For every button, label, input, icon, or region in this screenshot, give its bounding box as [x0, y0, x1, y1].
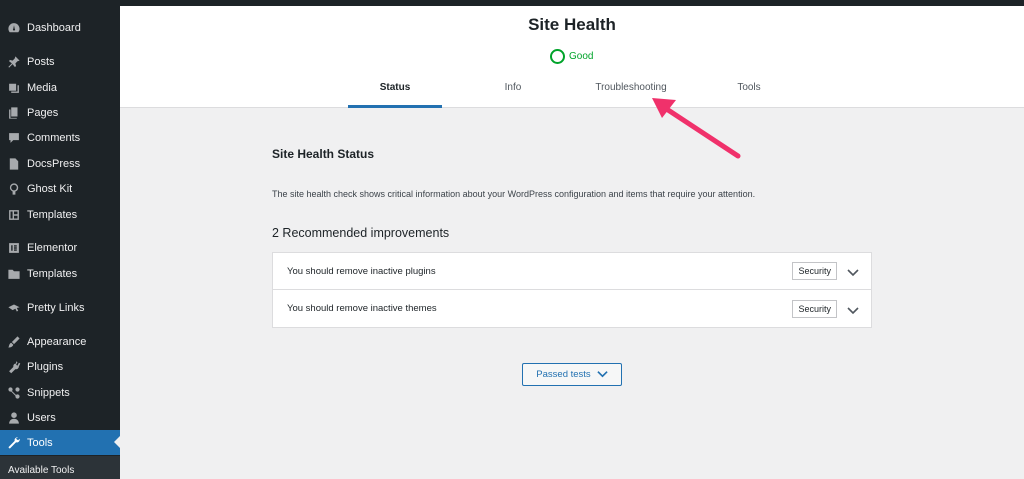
tab-status[interactable]: Status — [348, 82, 442, 108]
security-badge: Security — [792, 299, 837, 318]
plugin-icon — [7, 360, 21, 374]
sidebar-item-pages[interactable]: Pages — [0, 100, 120, 125]
sidebar-item-label: Ghost Kit — [27, 182, 73, 195]
sidebar-item-templates[interactable]: Templates — [0, 202, 120, 227]
sidebar-item-plugins[interactable]: Plugins — [0, 354, 120, 379]
sidebar-item-label: Pages — [27, 106, 59, 119]
elementor-icon — [7, 241, 21, 255]
sidebar-item-users[interactable]: Users — [0, 405, 120, 430]
section-title: Site Health Status — [272, 147, 375, 161]
sidebar-item-label: Templates — [27, 208, 78, 221]
page-title: Site Health — [528, 15, 616, 34]
sidebar-item-label: Media — [27, 81, 57, 94]
wrench-icon — [7, 436, 21, 450]
admin-sidebar: Dashboard Posts Media Pages Comments Doc… — [0, 0, 120, 479]
folder-icon — [7, 267, 21, 281]
sidebar-item-label: Plugins — [27, 360, 64, 373]
layout-icon — [7, 208, 21, 222]
brush-icon — [7, 335, 21, 349]
snippets-icon — [7, 386, 21, 400]
dashboard-icon — [7, 21, 21, 35]
site-health-header: Site Health Good Status Info Troubleshoo… — [120, 6, 1024, 108]
issue-label: You should remove inactive themes — [287, 303, 437, 314]
issue-row[interactable]: You should remove inactive themes Securi… — [273, 290, 871, 327]
comment-icon — [7, 131, 21, 145]
pin-icon — [7, 55, 21, 69]
issue-row[interactable]: You should remove inactive plugins Secur… — [273, 253, 871, 290]
improvements-heading: 2 Recommended improvements — [272, 226, 450, 240]
tab-tools[interactable]: Tools — [702, 82, 796, 108]
link-icon — [7, 301, 21, 315]
sidebar-item-snippets[interactable]: Snippets — [0, 380, 120, 405]
sidebar-item-appearance[interactable]: Appearance — [0, 329, 120, 354]
sidebar-item-pretty-links[interactable]: Pretty Links — [0, 295, 120, 320]
passed-tests-button[interactable]: Passed tests — [522, 363, 622, 386]
media-icon — [7, 81, 21, 95]
sidebar-item-label: Snippets — [27, 386, 70, 399]
sidebar-item-label: Elementor — [27, 241, 78, 254]
submenu-item-available-tools[interactable]: Available Tools — [8, 465, 74, 476]
sidebar-item-elementor[interactable]: Elementor — [0, 235, 120, 260]
sidebar-item-label: Templates — [27, 267, 78, 280]
sidebar-item-elementor-templates[interactable]: Templates — [0, 261, 120, 286]
sidebar-item-label: Appearance — [27, 335, 87, 348]
sidebar-item-label: Tools — [27, 436, 53, 449]
sidebar-item-ghost-kit[interactable]: Ghost Kit — [0, 176, 120, 201]
chevron-down-icon[interactable] — [847, 303, 859, 315]
sidebar-item-posts[interactable]: Posts — [0, 49, 120, 74]
chevron-down-icon — [597, 368, 608, 382]
tab-troubleshooting[interactable]: Troubleshooting — [584, 82, 678, 108]
tools-submenu: Available Tools — [0, 456, 120, 479]
sidebar-item-label: DocsPress — [27, 157, 81, 170]
ghost-icon — [7, 182, 21, 196]
security-badge: Security — [792, 262, 837, 280]
sidebar-item-label: Comments — [27, 131, 81, 144]
user-icon — [7, 411, 21, 425]
sidebar-item-tools[interactable]: Tools — [0, 430, 120, 455]
passed-tests-label: Passed tests — [536, 369, 591, 380]
sidebar-item-label: Pretty Links — [27, 301, 85, 314]
sidebar-item-dashboard[interactable]: Dashboard — [0, 15, 120, 40]
sidebar-item-docspress[interactable]: DocsPress — [0, 151, 120, 176]
status-circle-icon — [550, 49, 565, 64]
tab-info[interactable]: Info — [466, 82, 560, 108]
sidebar-item-label: Posts — [27, 55, 55, 68]
health-status-text: Good — [569, 51, 594, 62]
chevron-down-icon[interactable] — [847, 265, 859, 277]
issues-accordion: You should remove inactive plugins Secur… — [272, 252, 872, 328]
sidebar-item-label: Dashboard — [27, 21, 81, 34]
pages-icon — [7, 106, 21, 120]
sidebar-item-media[interactable]: Media — [0, 75, 120, 100]
sidebar-item-comments[interactable]: Comments — [0, 125, 120, 150]
sidebar-item-label: Users — [27, 411, 56, 424]
document-icon — [7, 157, 21, 171]
section-description: The site health check shows critical inf… — [272, 189, 756, 199]
issue-label: You should remove inactive plugins — [287, 265, 436, 277]
